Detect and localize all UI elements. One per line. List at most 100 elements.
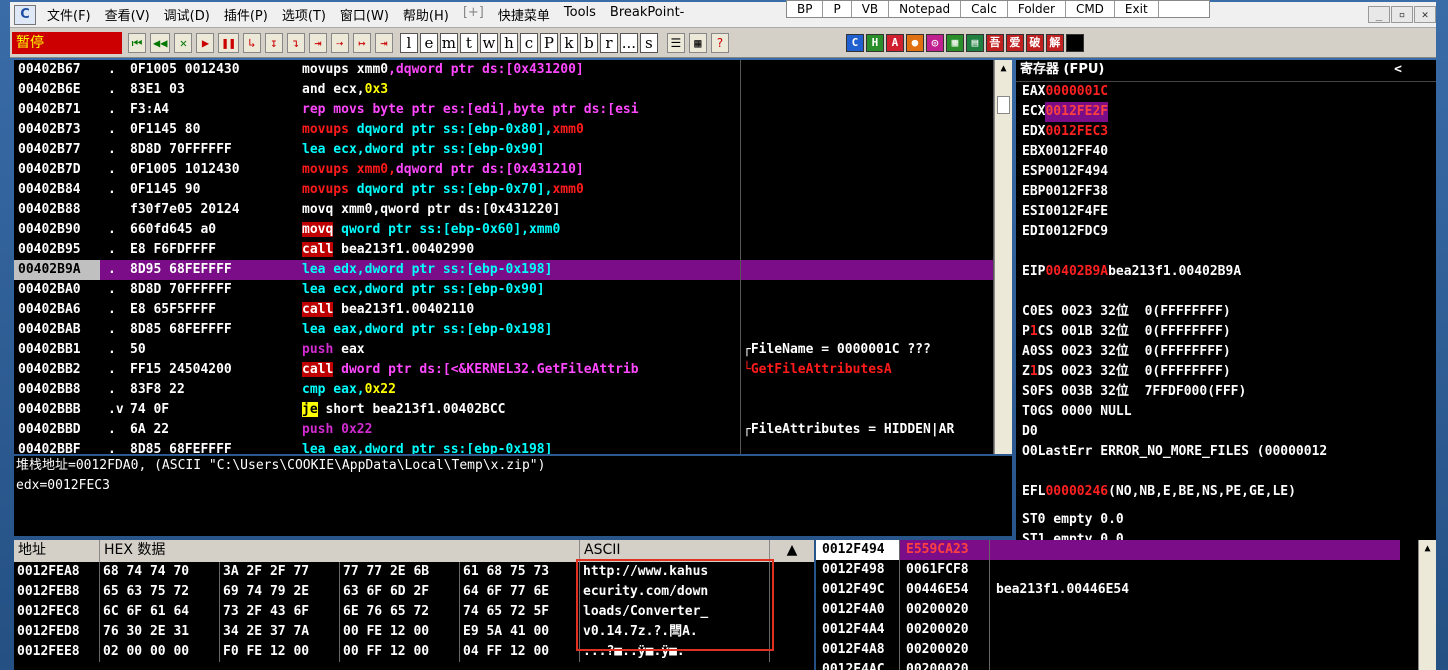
- plugin-icon-10[interactable]: 解: [1045, 33, 1064, 52]
- disasm-row[interactable]: 00402B67. 0F1005 0012430 movups xmm0,dqwor…: [14, 60, 993, 80]
- register-value[interactable]: 00402B9A: [1045, 262, 1108, 282]
- trace-into-icon[interactable]: ↴: [286, 32, 305, 53]
- menu-item-3[interactable]: 插件(P): [217, 5, 275, 24]
- execute-till-return-icon[interactable]: ⇢: [330, 32, 349, 53]
- register-value[interactable]: 0012FE2F: [1045, 102, 1109, 122]
- disasm-row[interactable]: 00402BA0. 8D8D 70FFFFFF lea ecx,dword ptr …: [14, 280, 993, 300]
- disassembly-pane[interactable]: 00402B67. 0F1005 0012430 movups xmm0,dqwor…: [14, 60, 994, 454]
- flag-value[interactable]: 0: [1030, 422, 1038, 442]
- window-button-1[interactable]: e: [419, 32, 438, 53]
- disasm-row[interactable]: 00402BB2. FF15 24504200 call dword ptr ds:…: [14, 360, 993, 380]
- step-over-icon[interactable]: ↧: [264, 32, 283, 53]
- plugin-icon-9[interactable]: 破: [1025, 33, 1044, 52]
- dump-row[interactable]: 0012FEE8 02 00 00 00 F0 FE 12 00 00 FF 12 0…: [14, 642, 814, 662]
- plugin-icon-3[interactable]: ●: [905, 33, 924, 52]
- window-button-0[interactable]: l: [399, 32, 418, 53]
- close-debug-icon[interactable]: ✕: [174, 32, 193, 53]
- stack-row[interactable]: 0012F4A8 00200020: [816, 640, 1436, 660]
- disasm-row[interactable]: 00402B77. 8D8D 70FFFFFF lea ecx,dword ptr …: [14, 140, 993, 160]
- jump-icon[interactable]: ⇥: [374, 32, 393, 53]
- disasm-row[interactable]: 00402B71. F3:A4 rep movs byte ptr es:[edi]…: [14, 100, 993, 120]
- flag-value[interactable]: 0: [1030, 382, 1038, 402]
- close-icon[interactable]: ✕: [1414, 6, 1436, 23]
- quick-button-p[interactable]: P: [823, 1, 852, 17]
- scroll-up-icon[interactable]: ▲: [770, 540, 810, 562]
- col-address[interactable]: 地址: [14, 540, 100, 562]
- dump-row[interactable]: 0012FED8 76 30 2E 31 34 2E 37 7A 00 FE 12 0…: [14, 622, 814, 642]
- disasm-row[interactable]: 00402B6E. 83E1 03 and ecx,0x3: [14, 80, 993, 100]
- window-button-10[interactable]: r: [599, 32, 618, 53]
- flag-value[interactable]: 0: [1030, 402, 1038, 422]
- app-icon[interactable]: C: [14, 4, 36, 25]
- hex-dump-pane[interactable]: 地址 HEX 数据 ASCII ▲ 0012FEA8 68 74 74 70 3A …: [14, 540, 814, 670]
- stack-row[interactable]: 0012F49C 00446E54 bea213f1.00446E54: [816, 580, 1436, 600]
- plugin-icon-7[interactable]: 吾: [985, 33, 1004, 52]
- disasm-row[interactable]: 00402BB8. 83F8 22 cmp eax,0x22: [14, 380, 993, 400]
- scroll-up-icon[interactable]: ▲: [995, 60, 1012, 78]
- disasm-row[interactable]: 00402BBF. 8D85 68FEFFFF lea eax,dword ptr …: [14, 440, 993, 454]
- dump-row[interactable]: 0012FEC8 6C 6F 61 64 73 2F 43 6F 6E 76 65 7…: [14, 602, 814, 622]
- plugin-icon-1[interactable]: H: [865, 33, 884, 52]
- trace-over-icon[interactable]: ⇥: [308, 32, 327, 53]
- restore-icon[interactable]: ▫: [1391, 6, 1413, 23]
- menu-item-9[interactable]: Tools: [557, 5, 603, 24]
- pause-icon[interactable]: ❚❚: [218, 32, 239, 53]
- disasm-row[interactable]: 00402BB1. 50 push eax ┌FileName = 0000001C …: [14, 340, 993, 360]
- stack-scrollbar[interactable]: ▲: [1418, 540, 1436, 670]
- plugin-icon-2[interactable]: A: [885, 33, 904, 52]
- goto-icon[interactable]: ↦: [352, 32, 371, 53]
- col-ascii[interactable]: ASCII: [580, 540, 770, 562]
- window-button-6[interactable]: c: [519, 32, 538, 53]
- restart-icon[interactable]: ⏮: [128, 32, 146, 53]
- window-button-11[interactable]: ...: [619, 32, 638, 53]
- quick-button-exit[interactable]: Exit: [1115, 1, 1159, 17]
- stack-pane[interactable]: 0012F494 E559CA23 0012F498 0061FCF8 0012F49C…: [816, 540, 1436, 670]
- help-icon[interactable]: ?: [710, 32, 729, 53]
- stack-row[interactable]: 0012F4A4 00200020: [816, 620, 1436, 640]
- stack-row[interactable]: 0012F4AC 00200020: [816, 660, 1436, 670]
- flag-value[interactable]: 1: [1030, 322, 1038, 342]
- register-value[interactable]: 0012F4FE: [1045, 202, 1108, 222]
- menu-item-5[interactable]: 窗口(W): [333, 5, 396, 24]
- collapse-icon[interactable]: <: [1394, 60, 1432, 81]
- plugin-icon-0[interactable]: C: [845, 33, 864, 52]
- disasm-row[interactable]: 00402BBD. 6A 22 push 0x22 ┌FileAttributes =…: [14, 420, 993, 440]
- quick-button-folder[interactable]: Folder: [1008, 1, 1066, 17]
- register-value[interactable]: 0012F494: [1045, 162, 1108, 182]
- window-button-9[interactable]: b: [579, 32, 598, 53]
- flag-value[interactable]: 1: [1030, 362, 1038, 382]
- plugin-icon-4[interactable]: ◎: [925, 33, 944, 52]
- quick-button-calc[interactable]: Calc: [961, 1, 1008, 17]
- menu-item-8[interactable]: 快捷菜单: [491, 5, 557, 24]
- flag-value[interactable]: 0: [1030, 342, 1038, 362]
- window-button-5[interactable]: h: [499, 32, 518, 53]
- disasm-row[interactable]: 00402B73. 0F1145 80 movups dqword ptr ss:[…: [14, 120, 993, 140]
- disasm-row[interactable]: 00402B9A. 8D95 68FEFFFF lea edx,dword ptr …: [14, 260, 993, 280]
- step-into-icon[interactable]: ↳: [242, 32, 261, 53]
- list-icon[interactable]: ☰: [666, 32, 685, 53]
- flag-value[interactable]: 0: [1030, 302, 1038, 322]
- quick-button-notepad[interactable]: Notepad: [889, 1, 962, 17]
- register-value[interactable]: 00000246: [1045, 482, 1108, 502]
- window-button-4[interactable]: w: [479, 32, 498, 53]
- disasm-scrollbar[interactable]: ▲: [994, 60, 1012, 454]
- disasm-row[interactable]: 00402B95. E8 F6FDFFFF call bea213f1.004029…: [14, 240, 993, 260]
- menu-item-4[interactable]: 选项(T): [275, 5, 333, 24]
- dump-row[interactable]: 0012FEA8 68 74 74 70 3A 2F 2F 77 77 77 2E 6…: [14, 562, 814, 582]
- register-value[interactable]: 0012FF38: [1045, 182, 1108, 202]
- run-icon[interactable]: ▶: [196, 32, 215, 53]
- dump-row[interactable]: 0012FEB8 65 63 75 72 69 74 79 2E 63 6F 6D 2…: [14, 582, 814, 602]
- window-button-3[interactable]: t: [459, 32, 478, 53]
- disasm-row[interactable]: 00402B7D. 0F1005 1012430 movups xmm0,dqwor…: [14, 160, 993, 180]
- disasm-row[interactable]: 00402B84. 0F1145 90 movups dqword ptr ss:[…: [14, 180, 993, 200]
- stack-row[interactable]: 0012F498 0061FCF8: [816, 560, 1436, 580]
- quick-button-bp[interactable]: BP: [787, 1, 824, 17]
- register-value[interactable]: 0012FEC3: [1045, 122, 1108, 142]
- minimize-icon[interactable]: _: [1368, 6, 1390, 23]
- window-button-2[interactable]: m: [439, 32, 458, 53]
- scroll-up-icon[interactable]: ▲: [1419, 540, 1436, 558]
- register-value[interactable]: 0000001C: [1045, 82, 1108, 102]
- flag-value[interactable]: 0: [1030, 442, 1038, 462]
- disasm-row[interactable]: 00402B88 f30f7e05 20124 movq xmm0,qword pt…: [14, 200, 993, 220]
- menu-item-10[interactable]: BreakPoint-: [603, 5, 691, 24]
